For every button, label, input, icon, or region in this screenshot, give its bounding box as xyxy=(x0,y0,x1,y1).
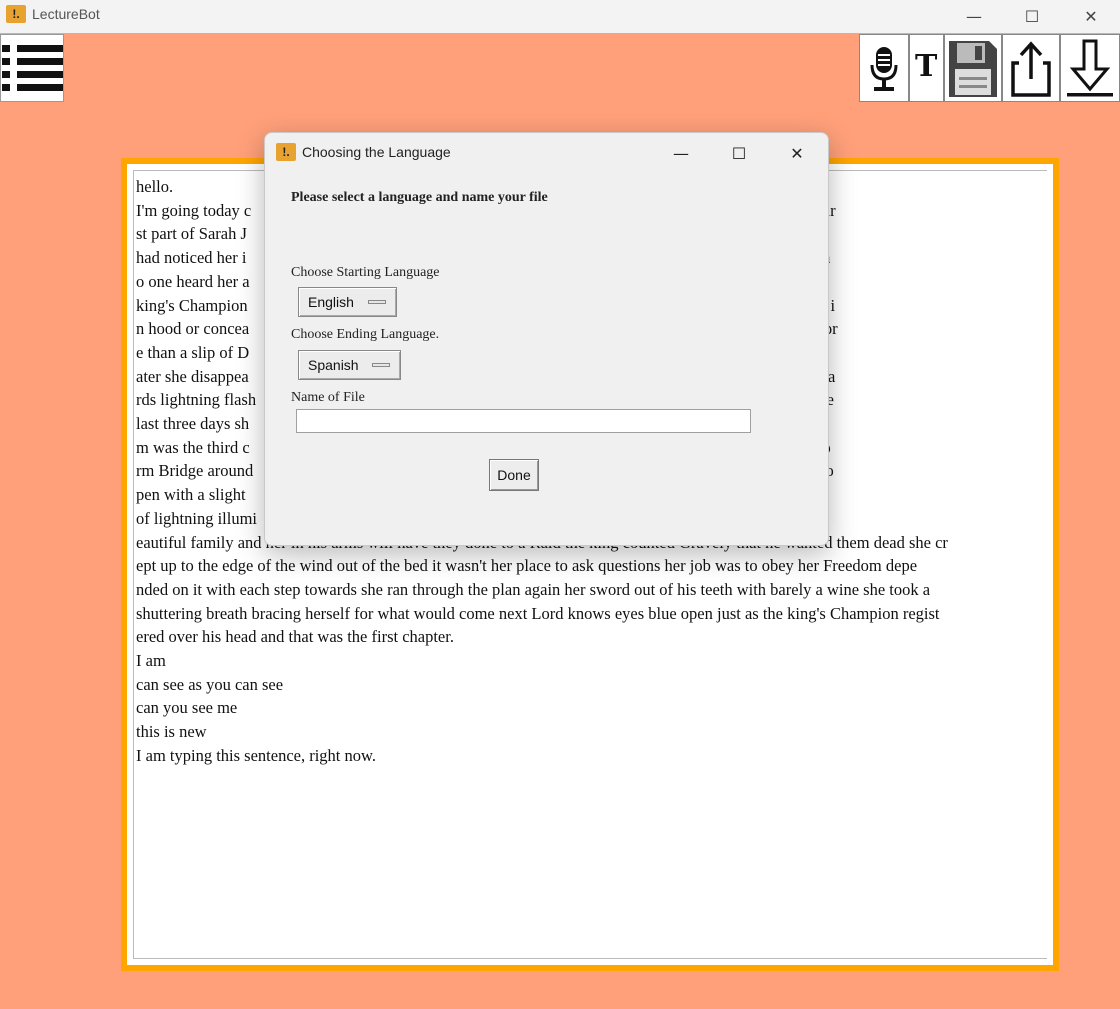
dropdown-indicator-icon xyxy=(372,363,390,367)
dialog-app-icon: !. xyxy=(276,143,296,161)
share-button[interactable] xyxy=(1002,34,1060,102)
start-language-label: Choose Starting Language xyxy=(291,265,440,280)
language-dialog: !. Choosing the Language — ☐ ✕ Please se… xyxy=(264,132,829,546)
file-name-label: Name of File xyxy=(291,390,365,405)
window-titlebar: !. LectureBot — ☐ ✕ xyxy=(0,0,1120,33)
dialog-maximize-button[interactable]: ☐ xyxy=(710,135,768,171)
window-title: LectureBot xyxy=(32,6,100,22)
end-language-select[interactable]: Spanish xyxy=(298,350,401,380)
app-icon: !. xyxy=(6,5,26,23)
microphone-icon xyxy=(870,47,898,91)
menu-button[interactable] xyxy=(0,34,64,102)
start-language-value: English xyxy=(308,294,354,310)
download-button[interactable] xyxy=(1060,34,1120,102)
floppy-save-icon xyxy=(949,41,997,97)
dropdown-indicator-icon xyxy=(368,300,386,304)
dialog-minimize-button[interactable]: — xyxy=(652,135,710,171)
dialog-close-button[interactable]: ✕ xyxy=(768,135,826,171)
microphone-button[interactable] xyxy=(859,34,909,102)
file-name-input[interactable] xyxy=(296,409,751,433)
dialog-titlebar: !. Choosing the Language — ☐ ✕ xyxy=(265,133,828,171)
share-upload-icon xyxy=(1011,41,1051,97)
maximize-button[interactable]: ☐ xyxy=(1003,0,1061,33)
start-language-select[interactable]: English xyxy=(298,287,397,317)
text-icon: T xyxy=(915,49,938,84)
text-button[interactable]: T xyxy=(909,34,944,102)
close-button[interactable]: ✕ xyxy=(1062,0,1120,33)
end-language-value: Spanish xyxy=(308,357,359,373)
done-button[interactable]: Done xyxy=(489,459,539,491)
save-button[interactable] xyxy=(944,34,1002,102)
dialog-title: Choosing the Language xyxy=(302,144,451,160)
end-language-label: Choose Ending Language. xyxy=(291,327,440,342)
dialog-instruction: Please select a language and name your f… xyxy=(291,190,548,205)
minimize-button[interactable]: — xyxy=(945,0,1003,33)
download-arrow-icon xyxy=(1067,39,1113,97)
